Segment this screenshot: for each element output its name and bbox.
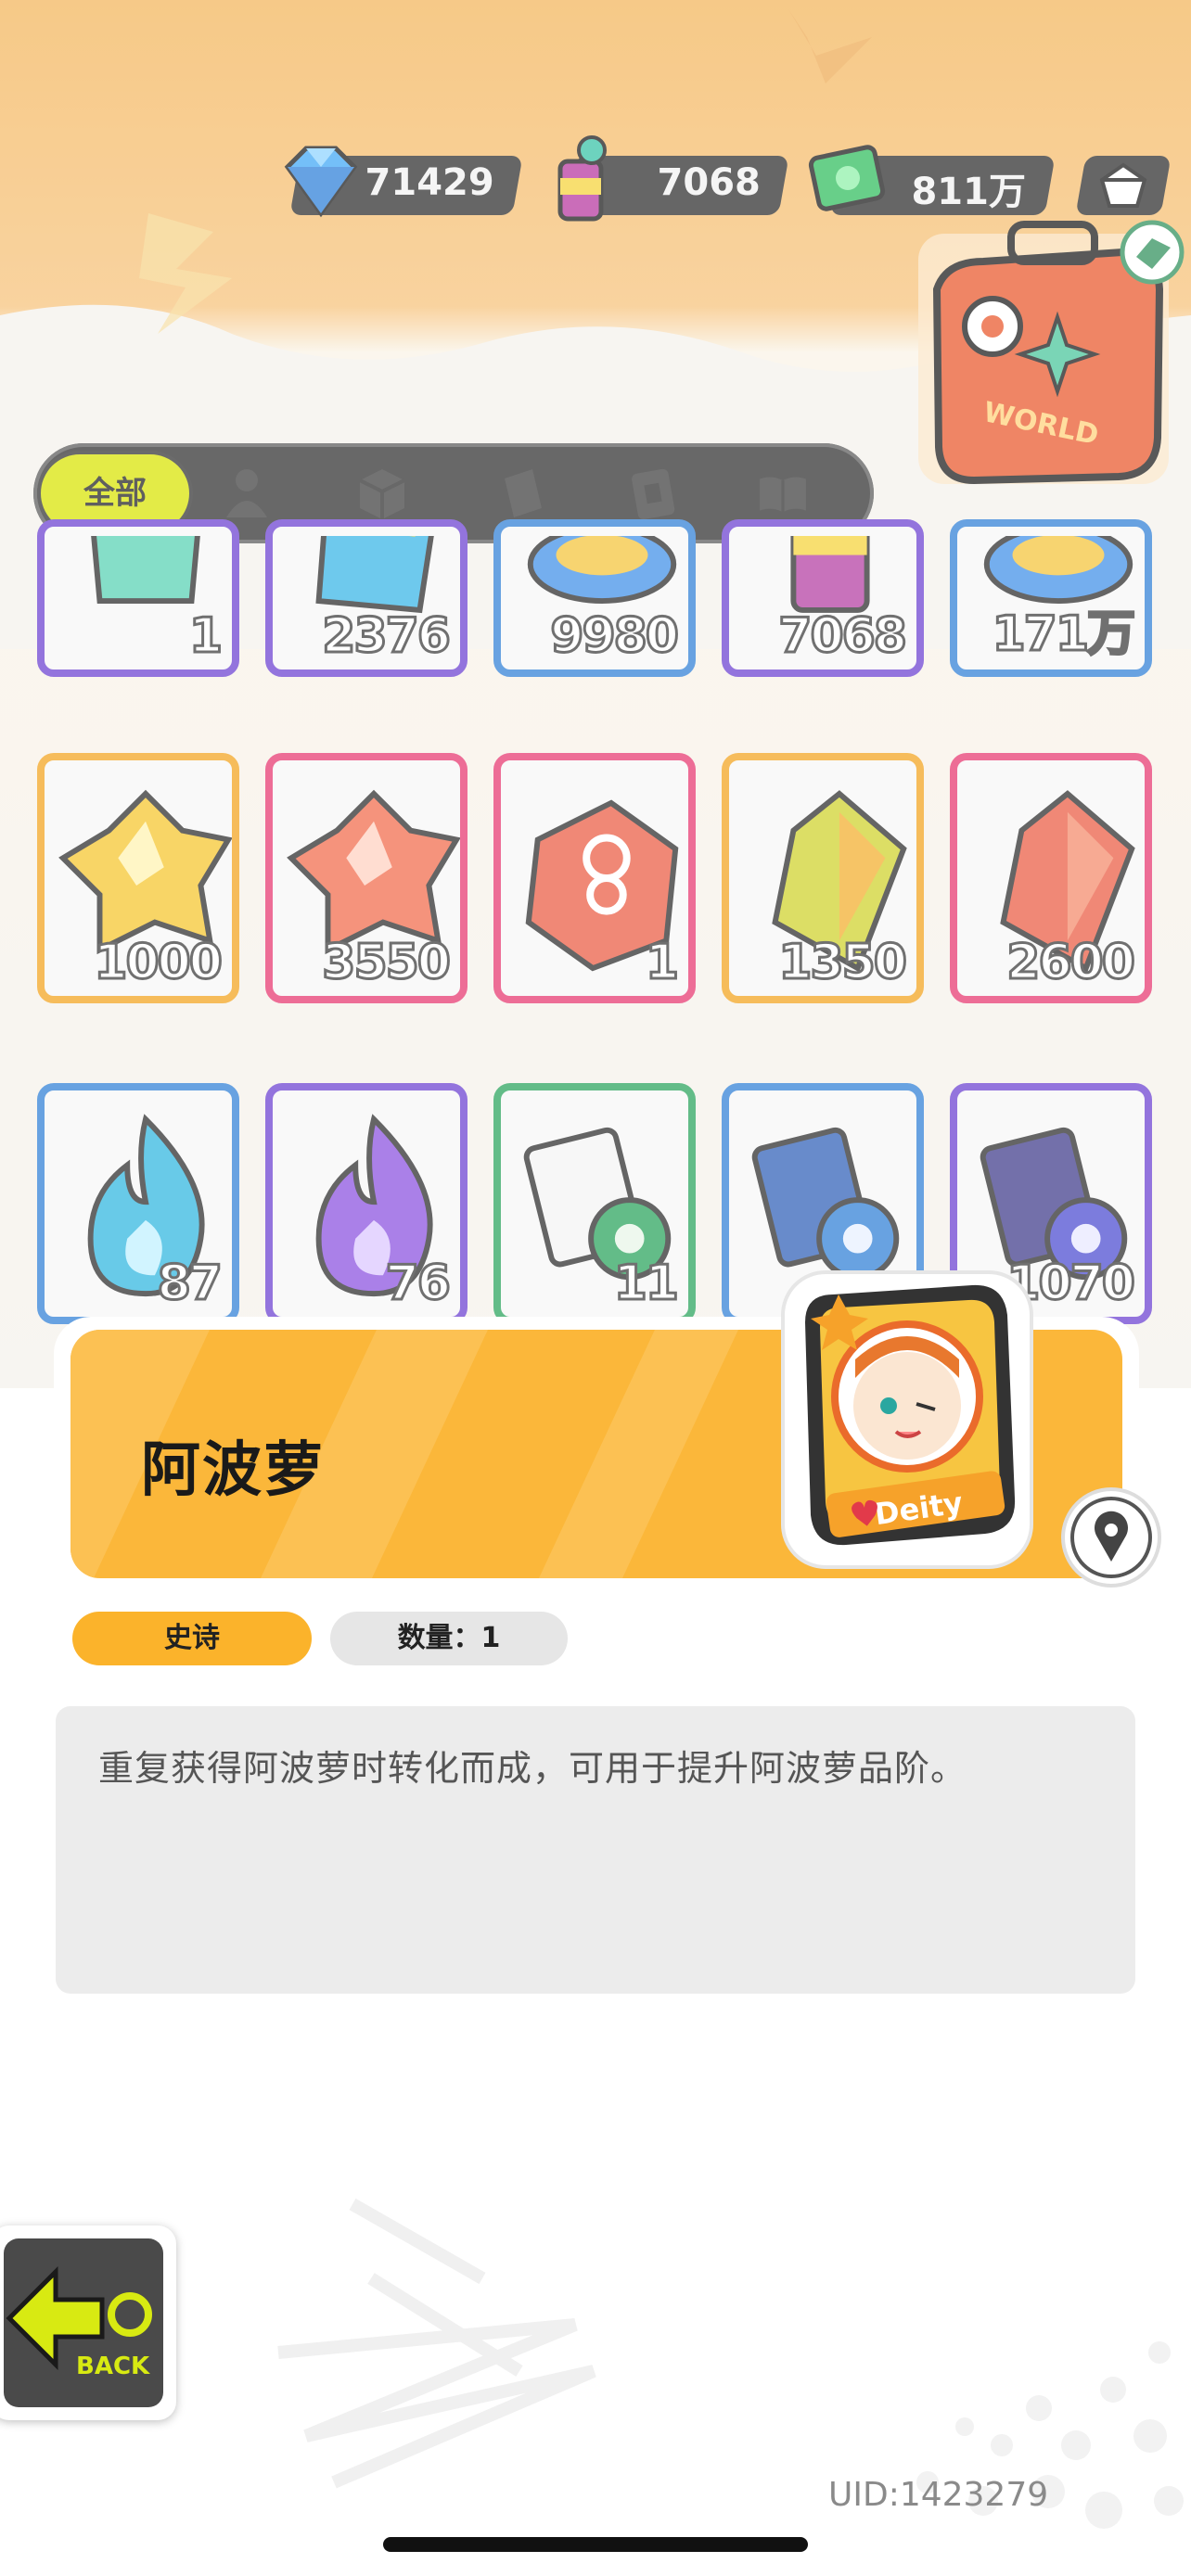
- card-icon[interactable]: [495, 464, 547, 523]
- cash-value: 811万: [910, 171, 1026, 213]
- spray-can-icon: [557, 135, 607, 222]
- gem-card-icon[interactable]: [627, 464, 679, 523]
- item-count: 87: [156, 1255, 224, 1313]
- back-label: BACK: [76, 2353, 150, 2380]
- inventory-item[interactable]: 3550: [265, 753, 467, 1003]
- back-arrow-icon: BACK: [4, 2238, 163, 2407]
- item-count: 76: [384, 1255, 452, 1313]
- item-count: 2600: [1005, 934, 1137, 992]
- inventory-item[interactable]: 11: [493, 1083, 696, 1324]
- user-id: UID:1423279: [828, 2476, 1049, 2514]
- location-pin-icon: [1070, 1497, 1152, 1578]
- home-indicator[interactable]: [383, 2537, 808, 2552]
- character-avatar-card: Deity: [781, 1270, 1033, 1569]
- locate-button[interactable]: [1065, 1491, 1158, 1584]
- item-count: 2376: [321, 607, 453, 666]
- item-count: 1: [644, 934, 680, 992]
- item-count: 1350: [777, 934, 909, 992]
- treasure-icon: [1099, 162, 1147, 208]
- person-icon[interactable]: [221, 464, 273, 523]
- inventory-item[interactable]: 9980: [493, 519, 696, 677]
- item-count: 1: [187, 607, 224, 666]
- cash-icon: [808, 145, 886, 211]
- inventory-item[interactable]: 1000: [37, 753, 239, 1003]
- item-count: 9980: [549, 607, 681, 666]
- item-count: 3550: [321, 934, 453, 992]
- inventory-item[interactable]: 2376: [265, 519, 467, 677]
- inventory-item[interactable]: 2600: [950, 753, 1152, 1003]
- item-count: 1000: [93, 934, 224, 992]
- inventory-item[interactable]: 1: [37, 519, 239, 677]
- back-button[interactable]: BACK: [0, 2225, 176, 2420]
- rarity-badge: 史诗: [72, 1612, 312, 1665]
- item-count: 11: [612, 1255, 680, 1313]
- item-description: 重复获得阿波萝时转化而成，可用于提升阿波萝品阶。: [98, 1748, 967, 1789]
- inventory-item[interactable]: 7068: [722, 519, 924, 677]
- inventory-item[interactable]: 87: [37, 1083, 239, 1324]
- diamond-value: 71429: [365, 161, 494, 204]
- spray-can-value: 7068: [657, 161, 761, 204]
- book-icon[interactable]: [757, 464, 809, 523]
- inventory-item[interactable]: 1: [493, 753, 696, 1003]
- item-count: 171万: [991, 606, 1137, 664]
- inventory-item[interactable]: 171万: [950, 519, 1152, 677]
- item-name: 阿波萝: [141, 1436, 325, 1505]
- world-event-badge[interactable]: WORLD: [909, 215, 1187, 503]
- diamond-icon: [284, 146, 358, 218]
- quantity-badge: 数量：1: [330, 1612, 568, 1665]
- description-box: 重复获得阿波萝时转化而成，可用于提升阿波萝品阶。: [56, 1706, 1135, 1994]
- box-icon[interactable]: [356, 464, 408, 523]
- inventory-item[interactable]: 1350: [722, 753, 924, 1003]
- item-count: 7068: [777, 607, 909, 666]
- inventory-item[interactable]: 76: [265, 1083, 467, 1324]
